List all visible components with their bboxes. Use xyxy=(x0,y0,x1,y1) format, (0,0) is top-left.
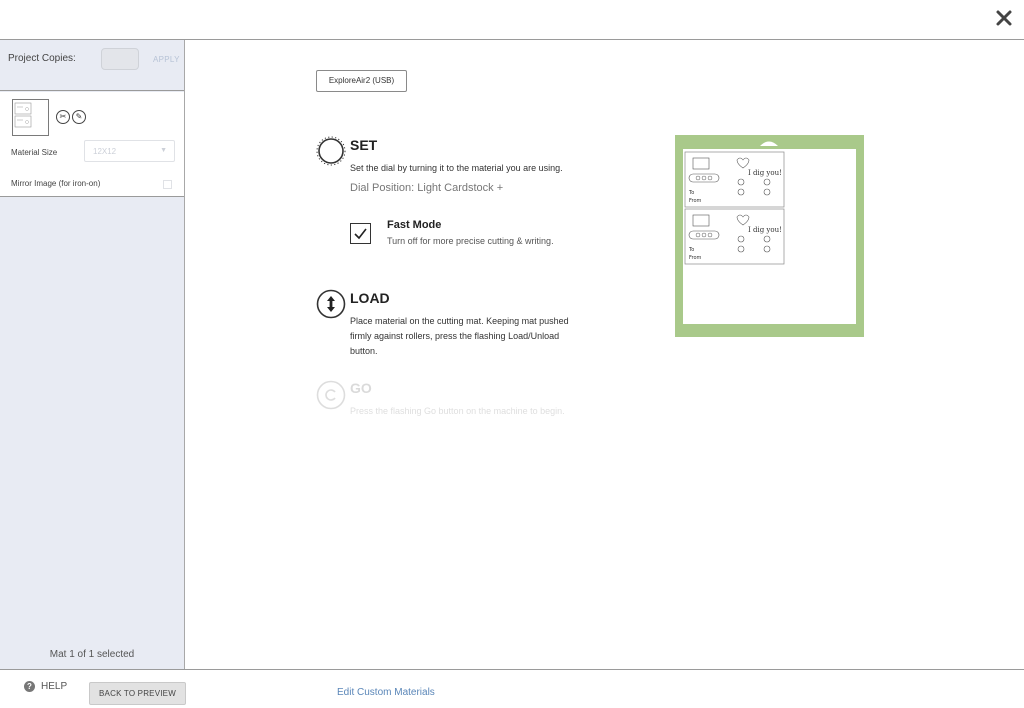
load-unload-icon xyxy=(316,289,346,319)
edit-custom-materials-link[interactable]: Edit Custom Materials xyxy=(337,687,435,698)
material-size-value: 12X12 xyxy=(93,147,117,156)
card-to-label: To xyxy=(688,190,694,196)
material-size-label: Material Size xyxy=(11,148,58,157)
dial-position: Dial Position: Light Cardstock + xyxy=(350,182,504,194)
project-copies-label: Project Copies: xyxy=(8,53,76,64)
card-design: I dig you! To From xyxy=(684,208,785,265)
checkmark-icon xyxy=(354,228,367,240)
mat-status: Mat 1 of 1 selected xyxy=(49,649,135,660)
help-icon: ? xyxy=(24,681,35,692)
tool-icons: ✂ ✎ xyxy=(56,110,86,124)
load-description-line: button. xyxy=(350,346,378,356)
go-description: Press the flashing Go button on the mach… xyxy=(350,406,565,416)
set-title: SET xyxy=(350,137,378,153)
mirror-image-label: Mirror Image (for iron-on) xyxy=(11,179,101,188)
fast-mode-description: Turn off for more precise cutting & writ… xyxy=(387,236,554,246)
card-text: I dig you! xyxy=(748,226,782,234)
mat-preview: I dig you! To From I dig you! To From xyxy=(675,135,864,337)
card-design: I dig you! To From xyxy=(684,151,785,208)
load-description: Place material on the cutting mat. Keepi… xyxy=(350,314,569,359)
mat-panel: ✂ ✎ Material Size 12X12 ▼ Mirror Image (… xyxy=(0,92,184,197)
dial-icon xyxy=(316,136,346,166)
card-to-label: To xyxy=(688,247,694,253)
mat-thumbnail-art xyxy=(14,102,32,128)
card-text: I dig you! xyxy=(748,169,782,177)
project-copies-input[interactable] xyxy=(101,48,139,70)
load-description-line: firmly against rollers, press the flashi… xyxy=(350,331,560,341)
go-title: GO xyxy=(350,380,372,396)
chevron-down-icon: ▼ xyxy=(160,147,167,154)
fast-mode-checkbox[interactable] xyxy=(350,223,371,244)
close-icon[interactable] xyxy=(994,8,1014,28)
mirror-image-checkbox[interactable] xyxy=(163,180,172,189)
pen-icon: ✎ xyxy=(72,110,86,124)
help-button[interactable]: ? HELP xyxy=(24,681,67,692)
back-to-preview-button[interactable]: BACK TO PREVIEW xyxy=(89,682,186,705)
sidebar: Project Copies: APPLY ✂ ✎ Material Size … xyxy=(0,40,185,669)
card-from-label: From xyxy=(689,198,702,204)
load-description-line: Place material on the cutting mat. Keepi… xyxy=(350,316,569,326)
fast-mode-title: Fast Mode xyxy=(387,219,442,231)
load-title: LOAD xyxy=(350,290,390,306)
mat-thumbnail[interactable] xyxy=(12,99,49,136)
machine-select-button[interactable]: ExploreAir2 (USB) xyxy=(316,70,407,92)
top-bar xyxy=(0,0,1024,40)
project-copies-row: Project Copies: APPLY xyxy=(0,40,184,91)
bottom-bar: ? HELP BACK TO PREVIEW Edit Custom Mater… xyxy=(0,669,1024,708)
apply-button[interactable]: APPLY xyxy=(153,55,180,64)
card-from-label: From xyxy=(689,255,702,261)
scissors-icon: ✂ xyxy=(56,110,70,124)
go-icon xyxy=(316,380,346,410)
material-size-select[interactable]: 12X12 ▼ xyxy=(84,140,175,162)
help-label: HELP xyxy=(41,681,68,692)
set-description: Set the dial by turning it to the materi… xyxy=(350,163,563,173)
